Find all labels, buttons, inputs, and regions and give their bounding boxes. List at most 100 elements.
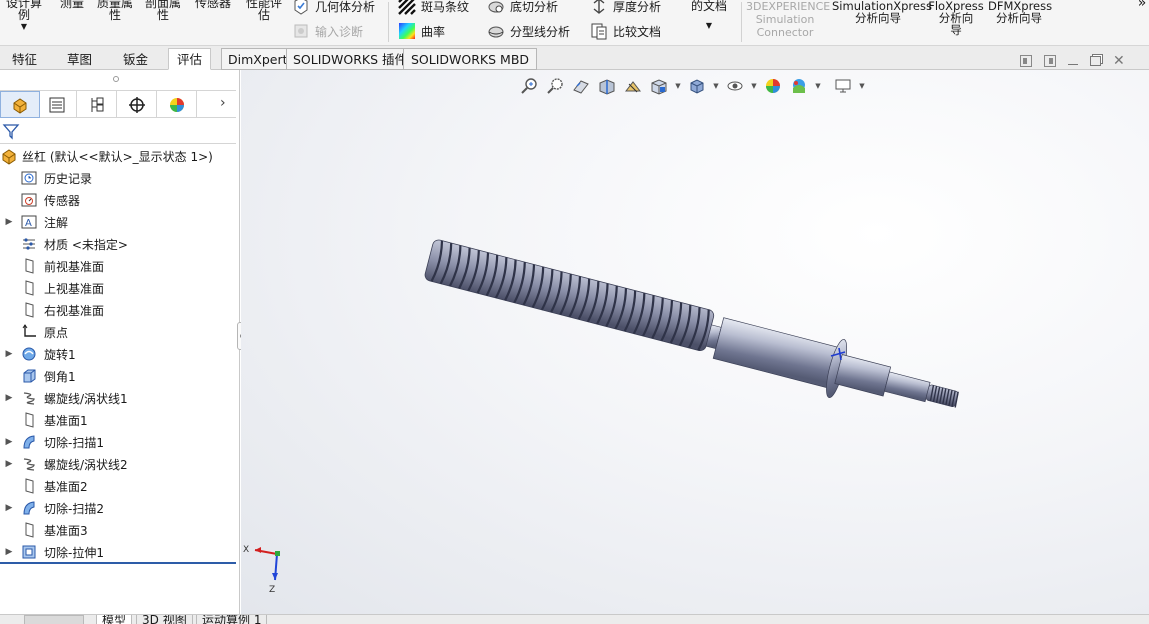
tree-item[interactable]: 原点	[0, 322, 236, 342]
tree-item[interactable]: ▶ 切除-拉伸1	[0, 542, 236, 562]
restore-icon[interactable]	[1090, 56, 1101, 66]
history-icon	[20, 169, 38, 187]
performance-evaluation-label: 性能评 估	[245, 0, 282, 22]
3dexperience-simulation-connector-button[interactable]: 3DEXPERIENCE Simulation Connector	[746, 0, 831, 39]
sensor-button[interactable]: 传感器	[190, 0, 236, 9]
tree-item[interactable]: 传感器	[0, 190, 236, 210]
chamfer-icon	[20, 367, 38, 385]
expand-arrow-icon[interactable]: ▶	[0, 503, 18, 513]
3dexperience-simulation-connector-label: 3DEXPERIENCE Simulation Connector	[746, 0, 831, 39]
expand-arrow-icon[interactable]: ▶	[0, 459, 18, 469]
measure-button[interactable]: 测量	[54, 0, 90, 9]
tree-item-label: 上视基准面	[44, 281, 105, 296]
compare-documents-button[interactable]: 比较文档	[590, 22, 661, 40]
close-icon[interactable]: ✕	[1113, 54, 1125, 68]
minimize-icon[interactable]	[1068, 63, 1078, 65]
annotation-icon: A	[20, 213, 38, 231]
tree-item[interactable]: 历史记录	[0, 168, 236, 188]
simulationxpress-button[interactable]: SimulationXpress 分析向导	[832, 0, 932, 24]
sensor-icon	[20, 191, 38, 209]
tree-item-label: 螺旋线/涡状线1	[44, 391, 128, 406]
dfmxpress-label: DFMXpress 分析向导	[988, 0, 1053, 25]
tab-dimxpert[interactable]: DimXpert	[221, 48, 295, 70]
design-study-label: 设计算 例	[5, 0, 42, 22]
z-axis-label: Z	[269, 585, 275, 595]
tree-item-label: 材质 <未指定>	[44, 237, 128, 252]
undercut-analysis-button[interactable]: 底切分析	[487, 0, 558, 15]
displaymanager-tab[interactable]	[157, 91, 197, 118]
tree-item[interactable]: 倒角1	[0, 366, 236, 386]
x-axis-label: X	[243, 545, 249, 555]
featuremanager-icon	[13, 97, 27, 114]
panel-grip-handle[interactable]	[113, 76, 119, 82]
tab-motion-study-1[interactable]: 运动算例 1	[196, 615, 268, 624]
part-root-node[interactable]: 丝杠 (默认<<默认>_显示状态 1>)	[0, 146, 213, 166]
tab-scroll-buttons[interactable]	[24, 615, 84, 624]
check-active-document-button[interactable]: 检查激活 的文档 ▼	[680, 0, 738, 32]
helix-icon	[20, 455, 38, 473]
tree-item[interactable]: ▶ 切除-扫描2	[0, 498, 236, 518]
tab-solidworks-mbd[interactable]: SOLIDWORKS MBD	[403, 48, 538, 70]
command-manager-ribbon: 设计算 例 ▼ 测量 质量属 性 剖面属 性 传感器 性能评 估 几何体分析 输…	[0, 0, 1149, 46]
geometry-analysis-button[interactable]: 几何体分析	[292, 0, 375, 15]
expand-arrow-icon[interactable]: ▶	[0, 217, 18, 227]
tree-item[interactable]: 上视基准面	[0, 278, 236, 298]
design-study-button[interactable]: 设计算 例 ▼	[4, 0, 44, 33]
dfmxpress-button[interactable]: DFMXpress 分析向导	[988, 0, 1053, 25]
tab-sketch[interactable]: 草图	[58, 48, 101, 70]
tree-item[interactable]: ▶ 切除-扫描1	[0, 432, 236, 452]
curvature-button[interactable]: 曲率	[398, 22, 445, 40]
tab-model[interactable]: 模型	[96, 615, 133, 624]
tree-item[interactable]: 基准面3	[0, 520, 236, 540]
floxpress-button[interactable]: FloXpress 分析向 导	[928, 0, 984, 36]
ribbon-overflow-button[interactable]: »	[1136, 0, 1148, 10]
part-root-label: 丝杠 (默认<<默认>_显示状态 1>)	[22, 149, 213, 164]
tab-solidworks-addins[interactable]: SOLIDWORKS 插件	[286, 48, 415, 70]
filter-icon[interactable]	[2, 122, 20, 140]
tree-item[interactable]: 材质 <未指定>	[0, 234, 236, 254]
expand-arrow-icon[interactable]: ▶	[0, 349, 18, 359]
tab-evaluate[interactable]: 评估	[168, 48, 212, 70]
tree-item[interactable]: 前视基准面	[0, 256, 236, 276]
input-diagnostics-button[interactable]: 输入诊断	[292, 22, 363, 40]
featuremanager-tab[interactable]	[0, 91, 40, 118]
lead-screw-model[interactable]	[241, 70, 1149, 614]
tab-sheet-metal[interactable]: 钣金	[114, 48, 157, 70]
expand-arrow-icon[interactable]: ▶	[0, 393, 18, 403]
zebra-stripes-button[interactable]: 斑马条纹	[398, 0, 469, 15]
tree-item-label: 基准面3	[44, 523, 88, 538]
graphics-area[interactable]: ▼ ▼ ▼ ▼ ▼ X Z	[241, 70, 1149, 614]
tile-right-icon[interactable]	[1044, 55, 1056, 67]
configurationmanager-tab[interactable]	[77, 91, 117, 118]
feature-manager-panel: › 丝杠 (默认<<默认>_显示状态 1>) 历史记录 传感器 ▶ A 注解材质 <未指…	[0, 70, 240, 614]
parting-line-analysis-button[interactable]: 分型线分析	[487, 22, 570, 40]
rollback-bar[interactable]	[0, 562, 236, 564]
section-properties-button[interactable]: 剖面属 性	[140, 0, 186, 21]
tile-left-icon[interactable]	[1020, 55, 1032, 67]
propertymanager-tab[interactable]	[37, 91, 77, 118]
tree-item[interactable]: 基准面1	[0, 410, 236, 430]
tree-item[interactable]: 右视基准面	[0, 300, 236, 320]
tree-item[interactable]: 基准面2	[0, 476, 236, 496]
thickness-analysis-button[interactable]: 厚度分析	[590, 0, 661, 15]
performance-evaluation-button[interactable]: 性能评 估	[242, 0, 286, 21]
tree-item[interactable]: ▶ 旋转1	[0, 344, 236, 364]
tree-item[interactable]: ▶ A 注解	[0, 212, 236, 232]
displaymanager-icon	[169, 97, 184, 112]
expand-arrow-icon[interactable]: ▶	[0, 547, 18, 557]
ribbon-separator	[741, 2, 742, 42]
tree-item[interactable]: ▶ 螺旋线/涡状线1	[0, 388, 236, 408]
command-manager-tabs: 特征 草图 钣金 评估 DimXpert SOLIDWORKS 插件 SOLID…	[0, 46, 1149, 70]
tab-3d-views[interactable]: 3D 视图	[136, 615, 193, 624]
chevron-right-icon[interactable]: ›	[220, 95, 226, 111]
plane-icon	[20, 257, 38, 275]
tree-item-label: 切除-拉伸1	[44, 545, 104, 560]
tree-item-label: 右视基准面	[44, 303, 105, 318]
chevron-down-icon: ▼	[20, 22, 28, 31]
tree-item[interactable]: ▶ 螺旋线/涡状线2	[0, 454, 236, 474]
dimxpertmanager-tab[interactable]	[117, 91, 157, 118]
tab-features[interactable]: 特征	[3, 48, 46, 70]
curvature-icon	[398, 22, 416, 40]
mass-properties-button[interactable]: 质量属 性	[92, 0, 138, 21]
expand-arrow-icon[interactable]: ▶	[0, 437, 18, 447]
